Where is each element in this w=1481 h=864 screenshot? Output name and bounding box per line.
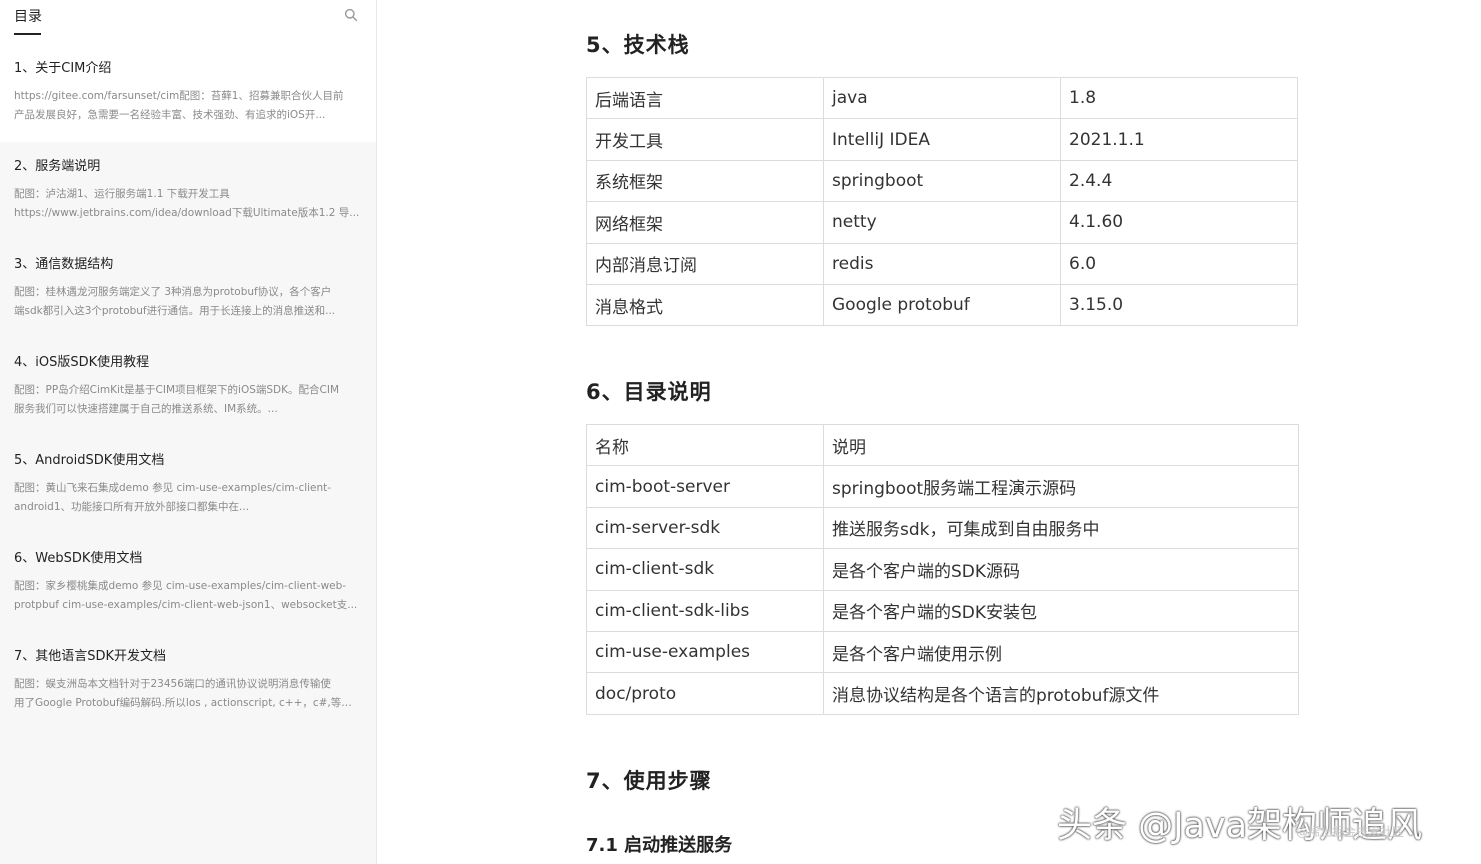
- table-row: 网络框架 netty 4.1.60: [586, 201, 1298, 244]
- table-cell: cim-client-sdk-libs: [586, 589, 824, 632]
- table-cell: springboot服务端工程演示源码: [823, 465, 1299, 508]
- toc-item[interactable]: 1、关于CIM介绍 https://gitee.com/farsunset/ci…: [0, 44, 376, 142]
- table-cell: cim-boot-server: [586, 465, 824, 508]
- toc-item[interactable]: 3、通信数据结构 配图：桂林遇龙河服务端定义了 3种消息为protobuf协议，…: [0, 240, 376, 338]
- toc-item-title: 1、关于CIM介绍: [14, 61, 112, 76]
- toc-item-title: 3、通信数据结构: [14, 257, 114, 272]
- table-row: 后端语言 java 1.8: [586, 76, 1298, 120]
- table-cell: 2021.1.1: [1060, 118, 1298, 161]
- table-cell: 系统框架: [586, 159, 824, 203]
- table-row: 消息格式 Google protobuf 3.15.0: [586, 283, 1298, 327]
- section-heading: 5、技术栈: [586, 33, 690, 57]
- table-row: doc/proto 消息协议结构是各个语言的protobuf源文件: [586, 672, 1299, 715]
- toc-item[interactable]: 2、服务端说明 配图：泸沽湖1、运行服务端1.1 下载开发工具 https://w…: [0, 142, 376, 240]
- table-cell: cim-client-sdk: [586, 548, 824, 591]
- search-icon[interactable]: [344, 8, 358, 22]
- table-cell: springboot: [823, 159, 1061, 203]
- toc-item-title: 2、服务端说明: [14, 159, 101, 174]
- table-cell: 1.8: [1060, 76, 1298, 120]
- table-cell: java: [823, 76, 1061, 120]
- table-cell: 开发工具: [586, 118, 824, 161]
- toc-item[interactable]: 7、其他语言SDK开发文档 配图：蜈支洲岛本文档针对于23456端口的通讯协议说…: [0, 632, 376, 730]
- table-cell: 6.0: [1060, 242, 1298, 285]
- toc-item-title: 7、其他语言SDK开发文档: [14, 649, 167, 664]
- table-cell: 说明: [823, 423, 1299, 467]
- toc-item-desc: 配图：蜈支洲岛本文档针对于23456端口的通讯协议说明消息传输使 用了Google…: [14, 678, 360, 709]
- table-row: cim-boot-server springboot服务端工程演示源码: [586, 465, 1299, 508]
- table-row: cim-use-examples 是各个客户端使用示例: [586, 630, 1299, 674]
- table-row: cim-client-sdk 是各个客户端的SDK源码: [586, 548, 1299, 591]
- table-cell: 推送服务sdk，可集成到自由服务中: [823, 506, 1299, 550]
- section-heading: 6、目录说明: [586, 380, 712, 404]
- toc-item-title: 5、AndroidSDK使用文档: [14, 453, 165, 468]
- table-cell: IntelliJ IDEA: [823, 118, 1061, 161]
- toc-item[interactable]: 4、iOS版SDK使用教程 配图：PP岛介绍CimKit是基于CIM项目框架下的…: [0, 338, 376, 436]
- table-cell: Google protobuf: [823, 283, 1061, 327]
- watermark-sub: @稀土掘金技术社区: [1296, 825, 1405, 839]
- tech-stack-table: 后端语言 java 1.8 开发工具 IntelliJ IDEA 2021.1.1 系统…: [586, 76, 1298, 327]
- table-cell: 后端语言: [586, 76, 824, 120]
- table-cell: 消息协议结构是各个语言的protobuf源文件: [823, 672, 1299, 715]
- toc-sidebar: 目录 1、关于CIM介绍 https://gitee.com/farsunset…: [0, 0, 377, 864]
- table-cell: 2.4.4: [1060, 159, 1298, 203]
- table-cell: 网络框架: [586, 201, 824, 244]
- toc-item-desc: 配图：黄山飞来石集成demo 参见 cim-use-examples/cim-c…: [14, 482, 332, 513]
- table-row: 开发工具 IntelliJ IDEA 2021.1.1: [586, 118, 1298, 161]
- directory-table: 名称 说明 cim-boot-server springboot服务端工程演示源码 …: [586, 423, 1299, 715]
- table-cell: netty: [823, 201, 1061, 244]
- toc-item-desc: 配图：泸沽湖1、运行服务端1.1 下载开发工具 https://www.jetbr…: [14, 188, 360, 219]
- table-cell: 消息格式: [586, 283, 824, 327]
- table-row: cim-client-sdk-libs 是各个客户端的SDK安装包: [586, 589, 1299, 632]
- table-row: cim-server-sdk 推送服务sdk，可集成到自由服务中: [586, 506, 1299, 550]
- toc-item[interactable]: 6、WebSDK使用文档 配图：家乡樱桃集成demo 参见 cim-use-ex…: [0, 534, 376, 632]
- toc-item-desc: 配图：PP岛介绍CimKit是基于CIM项目框架下的iOS端SDK。配合CIM 服…: [14, 384, 340, 415]
- toc-item[interactable]: 5、AndroidSDK使用文档 配图：黄山飞来石集成demo 参见 cim-u…: [0, 436, 376, 534]
- table-cell: cim-use-examples: [586, 630, 824, 674]
- toc-item-desc: 配图：家乡樱桃集成demo 参见 cim-use-examples/cim-cl…: [14, 580, 358, 611]
- toc-title-underline: [14, 33, 41, 35]
- table-cell: 是各个客户端的SDK源码: [823, 548, 1299, 591]
- section-heading: 7、使用步骤: [586, 769, 712, 793]
- toc-item-title: 6、WebSDK使用文档: [14, 551, 143, 566]
- toc-item-desc: 配图：桂林遇龙河服务端定义了 3种消息为protobuf协议，各个客户 端sdk都…: [14, 286, 336, 317]
- table-cell: 4.1.60: [1060, 201, 1298, 244]
- table-row: 系统框架 springboot 2.4.4: [586, 159, 1298, 203]
- toc-title: 目录: [14, 9, 42, 25]
- table-cell: 是各个客户端的SDK安装包: [823, 589, 1299, 632]
- toc-item-title: 4、iOS版SDK使用教程: [14, 355, 150, 370]
- table-cell: cim-server-sdk: [586, 506, 824, 550]
- toc-item-desc: https://gitee.com/farsunset/cim配图：苔藓1、招募…: [14, 90, 344, 121]
- toc-list: 1、关于CIM介绍 https://gitee.com/farsunset/ci…: [0, 44, 376, 730]
- table-cell: doc/proto: [586, 672, 824, 715]
- table-cell: 内部消息订阅: [586, 242, 824, 285]
- table-row: 内部消息订阅 redis 6.0: [586, 242, 1298, 285]
- table-cell: 3.15.0: [1060, 283, 1298, 327]
- table-cell: 名称: [586, 423, 824, 467]
- toc-header: 目录: [0, 0, 376, 44]
- table-cell: 是各个客户端使用示例: [823, 630, 1299, 674]
- table-cell: redis: [823, 242, 1061, 285]
- subsection-heading: 7.1 启动推送服务: [586, 835, 733, 856]
- table-row: 名称 说明: [586, 423, 1299, 467]
